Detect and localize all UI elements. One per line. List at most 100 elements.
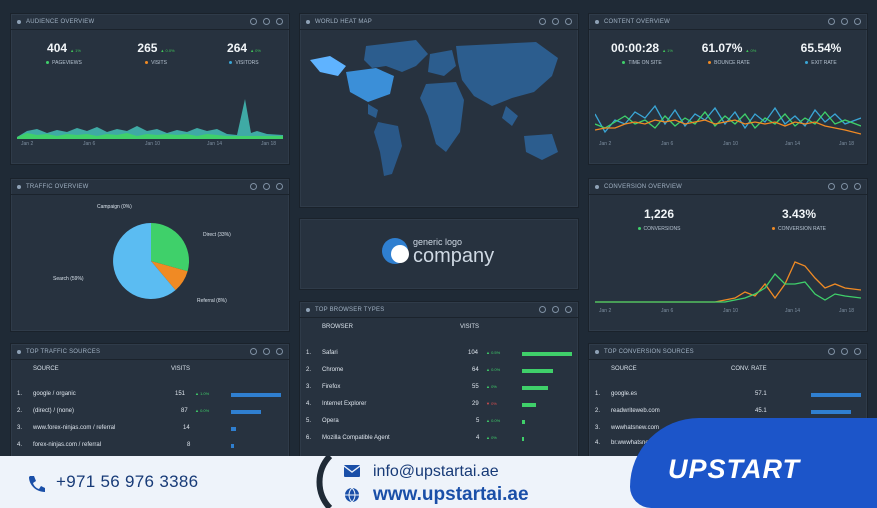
collapse-icon[interactable] (17, 19, 21, 24)
share-icon[interactable] (841, 18, 848, 25)
axis-tick: Jan 18 (839, 141, 855, 147)
close-icon[interactable] (854, 18, 861, 25)
axis-tick: Jan 14 (207, 141, 223, 147)
share-icon[interactable] (841, 183, 848, 190)
column-header: BROWSER (322, 324, 354, 330)
close-icon[interactable] (565, 18, 572, 25)
panel-title: WORLD HEAT MAP (315, 18, 372, 25)
table-row[interactable]: 2. (direct) / (none) 87 ▲ 0.0% (11, 408, 289, 418)
panel-title: AUDIENCE OVERVIEW (26, 18, 95, 25)
axis-tick: Jan 14 (785, 141, 801, 147)
pie-label-search: Search (59%) (53, 276, 84, 282)
logo-panel: generic logo company (299, 218, 579, 290)
table-row[interactable]: 1. google.es 57.1 (589, 391, 867, 401)
gear-icon[interactable] (828, 18, 835, 25)
panel-header: CONTENT OVERVIEW (589, 14, 867, 30)
content-overview-panel: CONTENT OVERVIEW 00:00:28 ▲ 1% TIME ON SIT… (588, 13, 868, 165)
divider-arc (316, 456, 333, 508)
table-row[interactable]: 3. www.forex-ninjas.com / referral 14 (11, 425, 289, 435)
browser-table: BROWSER VISITS 1. Safari 104 ▲ 0.5% 2. Chrom… (300, 302, 578, 464)
table-row[interactable]: 1. Safari 104 ▲ 0.5% (300, 350, 578, 360)
kpi-exit-rate: 65.54% EXIT RATE (800, 41, 842, 66)
column-header: VISITS (460, 324, 480, 330)
collapse-icon[interactable] (306, 19, 310, 24)
table-row[interactable]: 2. Chrome 64 ▲ 0.0% (300, 367, 578, 377)
gear-icon[interactable] (250, 18, 257, 25)
kpi-conversions: 1,226 CONVERSIONS (619, 205, 699, 232)
collapse-icon[interactable] (595, 184, 599, 189)
kpi-pageviews: 404 ▲ 1% PAGEVIEWS (46, 41, 82, 66)
axis-tick: Jan 18 (261, 141, 277, 147)
content-line-chart (595, 104, 861, 135)
axis-tick: Jan 10 (723, 308, 739, 314)
axis-tick: Jan 6 (661, 308, 674, 314)
globe-icon (345, 487, 359, 503)
world-map (310, 40, 558, 176)
email-icon (344, 465, 360, 477)
table-row[interactable]: 4. Internet Explorer 29 ▼ 0% (300, 401, 578, 411)
top-traffic-table: SOURCE VISITS 1. google / organic 151 ▲ … (11, 344, 289, 464)
close-icon[interactable] (276, 183, 283, 190)
pie-label-referral: Referral (8%) (197, 298, 227, 304)
brand-badge: UPSTART (630, 418, 877, 508)
close-icon[interactable] (276, 18, 283, 25)
column-header: SOURCE (611, 366, 637, 372)
collapse-icon[interactable] (595, 19, 599, 24)
column-header: CONV. RATE (731, 366, 767, 372)
table-row[interactable]: 2. readwriteweb.com 45.1 (589, 408, 867, 418)
traffic-overview-panel: TRAFFIC OVERVIEW Campaign (0%) Direct (3… (10, 178, 290, 332)
phone-icon (29, 476, 45, 492)
table-row[interactable]: 4. forex-ninjas.com / referral 8 (11, 442, 289, 452)
axis-tick: Jan 2 (21, 141, 34, 147)
website-link[interactable]: www.upstartai.ae (373, 484, 529, 506)
company-logo-icon (382, 238, 409, 264)
share-icon[interactable] (263, 183, 270, 190)
axis-tick: Jan 18 (839, 308, 855, 314)
kpi-bounce-rate: 61.07% ▲ 0% BOUNCE RATE (701, 41, 757, 66)
pie-label-direct: Direct (33%) (203, 232, 231, 238)
axis-tick: Jan 2 (599, 308, 612, 314)
top-traffic-sources-panel: TOP TRAFFIC SOURCES SOURCE VISITS 1. goo… (10, 343, 290, 465)
axis-tick: Jan 14 (785, 308, 801, 314)
gear-icon[interactable] (539, 18, 546, 25)
top-browser-types-panel: TOP BROWSER TYPES BROWSER VISITS 1. Safar… (299, 301, 579, 465)
gear-icon[interactable] (828, 183, 835, 190)
conversion-line-chart (595, 261, 861, 303)
panel-header: WORLD HEAT MAP (300, 14, 578, 30)
panel-header: AUDIENCE OVERVIEW (11, 14, 289, 30)
pie-label-campaign: Campaign (0%) (97, 204, 132, 210)
share-icon[interactable] (263, 18, 270, 25)
conversion-overview-panel: CONVERSION OVERVIEW 1,226 CONVERSIONS 3.4… (588, 178, 868, 332)
panel-title: CONTENT OVERVIEW (604, 18, 670, 25)
kpi-time-on-site: 00:00:28 ▲ 1% TIME ON SITE (611, 41, 673, 66)
gear-icon[interactable] (250, 183, 257, 190)
kpi-conversion-rate: 3.43% CONVERSION RATE (757, 205, 841, 232)
phone-number[interactable]: +971 56 976 3386 (56, 472, 198, 492)
panel-header: CONVERSION OVERVIEW (589, 179, 867, 195)
panel-title: TRAFFIC OVERVIEW (26, 183, 89, 190)
world-heat-map-panel: WORLD HEAT MAP (299, 13, 579, 208)
close-icon[interactable] (854, 183, 861, 190)
kpi-visitors: 264 ▲ 0% VISITORS (227, 41, 261, 66)
audience-overview-panel: AUDIENCE OVERVIEW 404 ▲ 1% PAGEVIEWS 265 ▲ … (10, 13, 290, 165)
axis-tick: Jan 10 (723, 141, 739, 147)
email-address[interactable]: info@upstartai.ae (373, 463, 499, 481)
brand-logo: UPSTART (668, 454, 801, 484)
axis-tick: Jan 6 (83, 141, 96, 147)
column-header: VISITS (171, 366, 191, 372)
kpi-visits: 265 ▲ 0.0% VISITS (137, 41, 175, 66)
axis-tick: Jan 2 (599, 141, 612, 147)
axis-tick: Jan 10 (145, 141, 161, 147)
table-row[interactable]: 5. Opera 5 ▲ 0.0% (300, 418, 578, 428)
table-row[interactable]: 3. Firefox 55 ▲ 0% (300, 384, 578, 394)
panel-header: TRAFFIC OVERVIEW (11, 179, 289, 195)
axis-tick: Jan 6 (661, 141, 674, 147)
share-icon[interactable] (552, 18, 559, 25)
audience-area-chart (17, 99, 283, 139)
table-row[interactable]: 6. Mozilla Compatible Agent 4 ▲ 0% (300, 435, 578, 445)
collapse-icon[interactable] (17, 184, 21, 189)
panel-title: CONVERSION OVERVIEW (604, 183, 683, 190)
column-header: SOURCE (33, 366, 59, 372)
table-row[interactable]: 1. google / organic 151 ▲ 1.0% (11, 391, 289, 401)
traffic-pie-chart (113, 223, 190, 299)
